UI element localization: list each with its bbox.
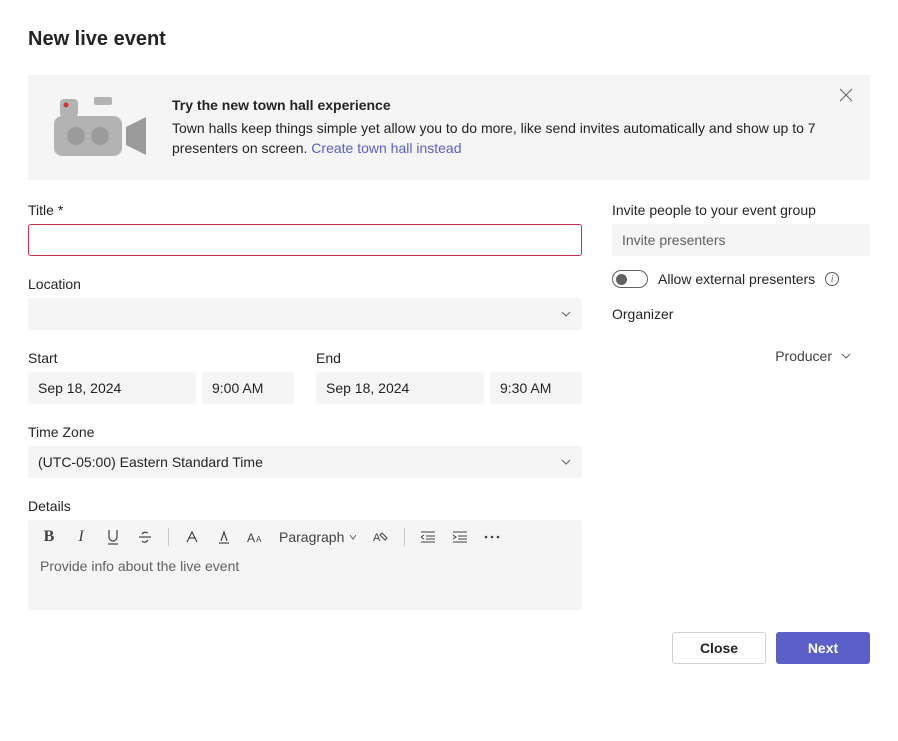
paragraph-label: Paragraph (279, 529, 344, 545)
paragraph-style-select[interactable]: Paragraph (279, 529, 358, 545)
timezone-label: Time Zone (28, 424, 582, 440)
italic-icon[interactable]: I (72, 528, 90, 546)
chevron-down-icon (560, 456, 572, 468)
svg-text:A: A (256, 535, 262, 544)
svg-text:A: A (373, 532, 381, 544)
svg-text:A: A (247, 531, 255, 544)
highlight-icon[interactable] (183, 528, 201, 546)
location-label: Location (28, 276, 582, 292)
editor-toolbar: B I AA Paragraph A (28, 520, 582, 554)
start-date-picker[interactable]: Sep 18, 2024 (28, 372, 196, 404)
producer-label: Producer (775, 348, 832, 364)
title-input[interactable] (28, 224, 582, 256)
start-date-value: Sep 18, 2024 (38, 380, 121, 396)
details-textarea[interactable]: Provide info about the live event (28, 554, 582, 610)
start-time-value: 9:00 AM (212, 380, 263, 396)
font-size-icon[interactable]: AA (247, 528, 265, 546)
timezone-value: (UTC-05:00) Eastern Standard Time (38, 454, 263, 470)
details-label: Details (28, 498, 582, 514)
invite-label: Invite people to your event group (612, 202, 870, 218)
banner-heading: Try the new town hall experience (172, 97, 818, 113)
page-title: New live event (28, 28, 870, 51)
details-editor: B I AA Paragraph A (28, 520, 582, 610)
decrease-indent-icon[interactable] (419, 528, 437, 546)
strikethrough-icon[interactable] (136, 528, 154, 546)
bold-icon[interactable]: B (40, 528, 58, 546)
toolbar-separator (168, 528, 169, 546)
invite-presenters-input[interactable]: Invite presenters (612, 224, 870, 256)
timezone-select[interactable]: (UTC-05:00) Eastern Standard Time (28, 446, 582, 478)
end-label: End (316, 350, 582, 366)
end-time-value: 9:30 AM (500, 380, 551, 396)
allow-external-toggle[interactable] (612, 270, 648, 288)
banner-body: Town halls keep things simple yet allow … (172, 119, 818, 158)
more-options-icon[interactable] (483, 528, 501, 546)
end-date-value: Sep 18, 2024 (326, 380, 409, 396)
end-date-picker[interactable]: Sep 18, 2024 (316, 372, 484, 404)
end-time-picker[interactable]: 9:30 AM (490, 372, 582, 404)
font-color-icon[interactable] (215, 528, 233, 546)
chevron-down-icon (560, 308, 572, 320)
title-label: Title * (28, 202, 582, 218)
toolbar-separator (404, 528, 405, 546)
close-icon[interactable] (838, 87, 856, 105)
townhall-banner: Try the new town hall experience Town ha… (28, 75, 870, 180)
producer-role-select[interactable]: Producer (612, 348, 870, 364)
clear-formatting-icon[interactable]: A (372, 528, 390, 546)
next-button[interactable]: Next (776, 632, 870, 664)
info-icon[interactable]: i (825, 272, 839, 286)
organizer-label: Organizer (612, 306, 870, 322)
chevron-down-icon (840, 350, 852, 362)
create-townhall-link[interactable]: Create town hall instead (311, 139, 461, 159)
start-time-picker[interactable]: 9:00 AM (202, 372, 294, 404)
close-button[interactable]: Close (672, 632, 766, 664)
location-select[interactable] (28, 298, 582, 330)
increase-indent-icon[interactable] (451, 528, 469, 546)
camera-icon (54, 97, 148, 157)
underline-icon[interactable] (104, 528, 122, 546)
banner-body-text: Town halls keep things simple yet allow … (172, 120, 816, 156)
start-label: Start (28, 350, 294, 366)
allow-external-label: Allow external presenters (658, 271, 815, 287)
